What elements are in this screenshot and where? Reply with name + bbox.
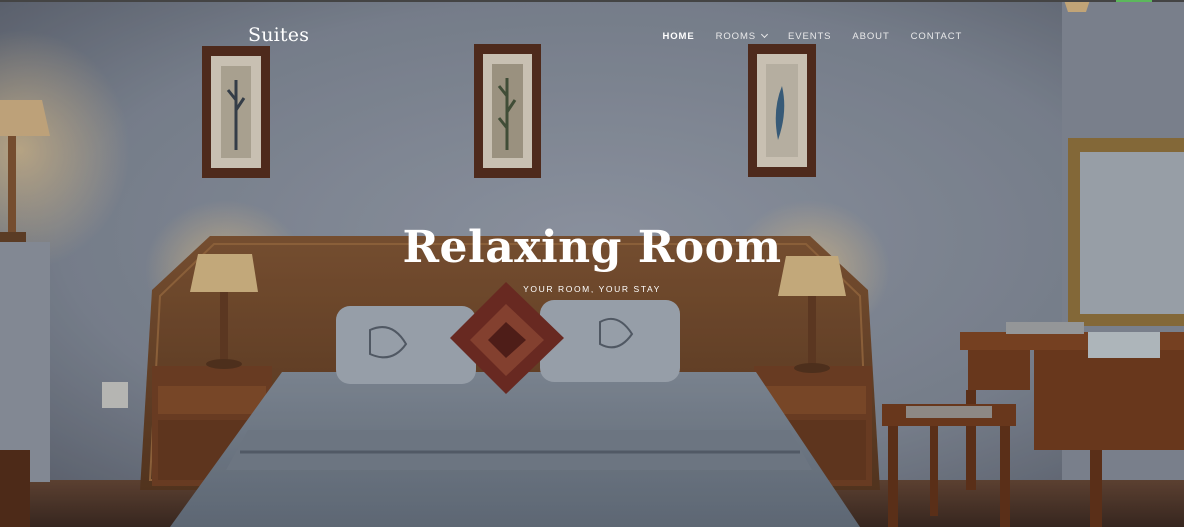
- nav-item-contact[interactable]: Contact: [900, 28, 973, 44]
- nav-item-label: About: [852, 30, 890, 42]
- hero-title: Relaxing Room: [402, 222, 782, 273]
- nav-item-label: Contact: [910, 30, 963, 42]
- accent-tab: [1116, 0, 1152, 2]
- nav-item-about[interactable]: About: [842, 28, 900, 44]
- main-navigation: Home Rooms Events About Contact: [652, 28, 973, 44]
- site-logo[interactable]: Suites: [248, 24, 309, 46]
- nav-item-home[interactable]: Home: [652, 28, 705, 44]
- nav-item-rooms[interactable]: Rooms: [705, 28, 777, 44]
- nav-item-label: Home: [662, 30, 695, 42]
- nav-item-label: Rooms: [715, 30, 756, 42]
- chevron-down-icon: [760, 30, 769, 39]
- hero-section: Suites Home Rooms Events About Contact R…: [0, 0, 1184, 527]
- nav-item-events[interactable]: Events: [778, 28, 842, 44]
- top-border: [0, 0, 1184, 2]
- hero-subtitle: Your Room, Your Stay: [523, 284, 661, 294]
- nav-item-label: Events: [788, 30, 832, 42]
